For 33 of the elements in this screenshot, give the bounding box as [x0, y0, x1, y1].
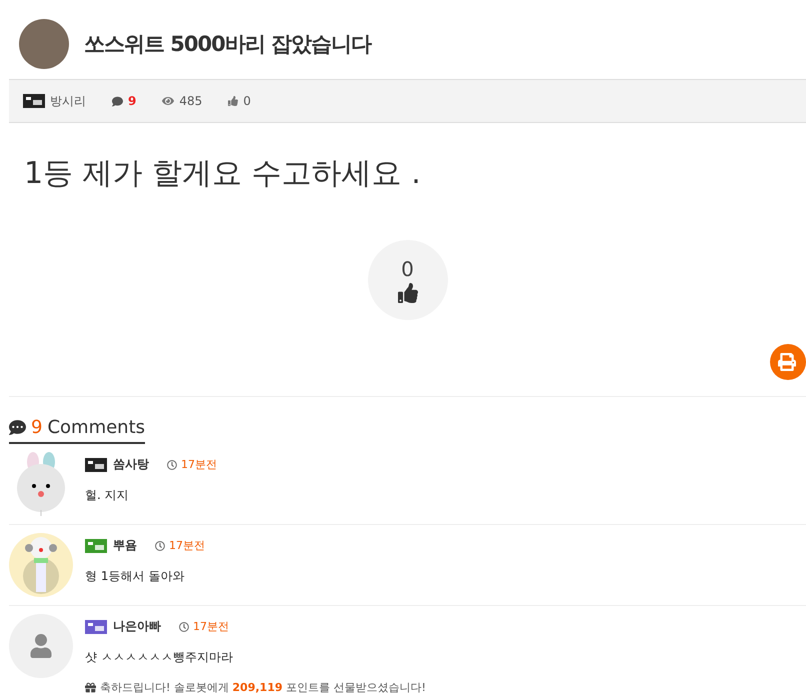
clock-icon [179, 622, 189, 632]
comment-time: 17분전 [155, 538, 205, 553]
commenter-name[interactable]: 쏨사탕 [113, 456, 149, 473]
user-silhouette-icon [29, 634, 53, 658]
comment-count: 9 [128, 94, 136, 108]
comment-text: 형 1등해서 돌아와 [85, 568, 186, 585]
thumbs-up-icon [228, 96, 238, 106]
like-button[interactable]: 0 [368, 240, 448, 320]
level-badge-icon [23, 94, 45, 108]
clock-icon [155, 540, 165, 550]
post-title: 쏘스위트 5000바리 잡았습니다 [84, 31, 372, 58]
comments-count: 9 [31, 417, 42, 438]
speech-bubble-icon [9, 419, 26, 436]
comments-label: Comments [47, 417, 146, 438]
printer-icon [778, 353, 796, 371]
eye-icon [162, 95, 174, 107]
comment-time: 17분전 [167, 457, 217, 472]
author-name[interactable]: 방시리 [50, 92, 86, 110]
view-count: 485 [179, 94, 202, 108]
comment-text: 샷 ㅅㅅㅅㅅㅅㅅ뺑주지마라 [85, 649, 234, 666]
clock-icon [167, 460, 177, 470]
gift-notice: 축하드립니다! 솔로봇에게 209,119 포인트를 선물받으셨습니다! [100, 680, 426, 695]
like-count: 0 [243, 94, 251, 108]
comment-time: 17분전 [179, 619, 229, 634]
commenter-name[interactable]: 뿌욤 [113, 537, 137, 554]
author-avatar-photo-placeholder [19, 19, 69, 69]
print-button[interactable] [770, 344, 806, 380]
post-body: 1등 제가 할게요 수고하세요 . [24, 155, 422, 193]
comment-icon [112, 96, 123, 106]
thumbs-up-icon [398, 283, 418, 303]
commenter-name[interactable]: 나은아빠 [113, 618, 161, 635]
gift-icon [85, 682, 96, 693]
comment-text: 헐. 지지 [85, 487, 130, 504]
